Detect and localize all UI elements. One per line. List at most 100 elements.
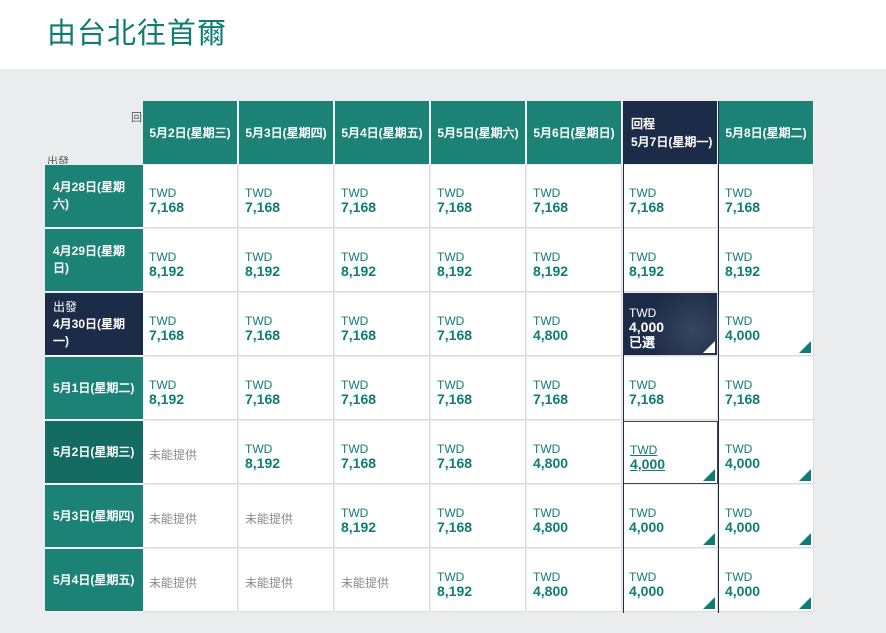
fare-cell[interactable]: TWD 7,168 bbox=[719, 165, 814, 228]
selected-column-border bbox=[718, 101, 719, 613]
return-date-header[interactable]: 5月4日(星期五) bbox=[335, 101, 430, 164]
fare-cell[interactable]: TWD 4,000 bbox=[623, 549, 718, 612]
depart-date-header[interactable]: 5月3日(星期四) bbox=[45, 485, 143, 548]
fare-cell[interactable]: TWD 4,000 bbox=[719, 421, 814, 484]
fare-cell[interactable]: TWD 8,192 bbox=[143, 357, 238, 420]
fare-amount: 4,800 bbox=[533, 455, 569, 471]
fare-amount: 7,168 bbox=[341, 455, 377, 471]
depart-date-label: 5月2日(星期三) bbox=[53, 444, 135, 459]
fare-cell[interactable]: TWD 7,168 bbox=[431, 421, 526, 484]
lowest-fare-corner-icon bbox=[703, 533, 715, 545]
fare-cell[interactable]: TWD 8,192 bbox=[335, 485, 430, 548]
fare-cell[interactable]: TWD 8,192 bbox=[431, 229, 526, 292]
fare-cell[interactable]: TWD 7,168 bbox=[335, 357, 430, 420]
depart-date-header[interactable]: 出發 4月30日(星期一) bbox=[45, 293, 143, 356]
fare-amount: 7,168 bbox=[245, 327, 281, 343]
depart-date-label: 5月1日(星期二) bbox=[53, 380, 135, 395]
fare-amount: 8,192 bbox=[245, 263, 281, 279]
fare-amount: 8,192 bbox=[149, 391, 185, 407]
fare-cell[interactable]: TWD 4,000 bbox=[719, 485, 814, 548]
fare-cell[interactable]: TWD 7,168 bbox=[143, 165, 238, 228]
lowest-fare-corner-icon bbox=[799, 597, 811, 609]
fare-cell[interactable]: TWD 7,168 bbox=[623, 357, 718, 420]
return-date-label: 5月8日(星期二) bbox=[725, 126, 807, 140]
fare-cell-unavailable: 未能提供 bbox=[143, 421, 238, 484]
fare-cell-unavailable: 未能提供 bbox=[143, 485, 238, 548]
fare-cell[interactable]: TWD 7,168 bbox=[431, 357, 526, 420]
return-date-header[interactable]: 5月3日(星期四) bbox=[239, 101, 334, 164]
fare-cell[interactable]: TWD 4,000 bbox=[719, 549, 814, 612]
fare-amount: 7,168 bbox=[437, 327, 473, 343]
fare-amount: 8,192 bbox=[437, 263, 473, 279]
fare-amount: 4,800 bbox=[533, 327, 569, 343]
fare-cell[interactable]: TWD 7,168 bbox=[335, 165, 430, 228]
fare-amount: 7,168 bbox=[533, 199, 569, 215]
depart-date-header[interactable]: 5月1日(星期二) bbox=[45, 357, 143, 420]
depart-date-header[interactable]: 5月2日(星期三) bbox=[45, 421, 143, 484]
depart-date-label: 4月28日(星期六) bbox=[53, 180, 126, 211]
fare-cell[interactable]: TWD 8,192 bbox=[239, 229, 334, 292]
depart-date-label: 5月4日(星期五) bbox=[53, 572, 135, 587]
fare-cell[interactable]: TWD 7,168 bbox=[431, 165, 526, 228]
fare-cell-unavailable: 未能提供 bbox=[335, 549, 430, 612]
depart-date-header[interactable]: 5月4日(星期五) bbox=[45, 549, 143, 612]
fare-amount: 7,168 bbox=[245, 391, 281, 407]
fare-cell[interactable]: TWD 4,000 已選 bbox=[623, 293, 718, 356]
return-date-header[interactable]: 回程 5月7日(星期一) bbox=[623, 101, 718, 164]
fare-cell[interactable]: TWD 8,192 bbox=[143, 229, 238, 292]
fare-cell[interactable]: TWD 7,168 bbox=[527, 165, 622, 228]
unavailable-text: 未能提供 bbox=[341, 576, 390, 590]
fare-cell[interactable]: TWD 8,192 bbox=[335, 229, 430, 292]
fare-cell[interactable]: TWD 4,000 bbox=[719, 293, 814, 356]
fare-cell[interactable]: TWD 8,192 bbox=[239, 421, 334, 484]
fare-cell[interactable]: TWD 8,192 bbox=[719, 229, 814, 292]
fare-amount: 7,168 bbox=[245, 199, 281, 215]
fare-amount: 7,168 bbox=[629, 199, 665, 215]
unavailable-text: 未能提供 bbox=[149, 448, 198, 462]
fare-cell[interactable]: TWD 8,192 bbox=[431, 549, 526, 612]
depart-date-label: 5月3日(星期四) bbox=[53, 508, 135, 523]
depart-date-header[interactable]: 4月29日(星期日) bbox=[45, 229, 143, 292]
fare-cell[interactable]: TWD 7,168 bbox=[239, 357, 334, 420]
return-date-header[interactable]: 5月6日(星期日) bbox=[527, 101, 622, 164]
fare-amount: 8,192 bbox=[149, 263, 185, 279]
fare-amount: 7,168 bbox=[725, 199, 761, 215]
fare-amount: 8,192 bbox=[341, 263, 377, 279]
fare-amount: 8,192 bbox=[437, 583, 473, 599]
depart-date-label: 4月30日(星期一) bbox=[53, 316, 126, 348]
fare-amount: 7,168 bbox=[149, 327, 185, 343]
fare-cell[interactable]: TWD 4,800 bbox=[527, 421, 622, 484]
fare-cell[interactable]: TWD 7,168 bbox=[431, 485, 526, 548]
fare-amount: 7,168 bbox=[341, 199, 377, 215]
fare-cell[interactable]: TWD 8,192 bbox=[527, 229, 622, 292]
fare-cell[interactable]: TWD 4,800 bbox=[527, 549, 622, 612]
return-header-prefix: 回程 bbox=[631, 116, 656, 131]
fare-cell[interactable]: TWD 7,168 bbox=[143, 293, 238, 356]
depart-date-header[interactable]: 4月28日(星期六) bbox=[45, 165, 143, 228]
depart-date-label: 4月29日(星期日) bbox=[53, 244, 126, 275]
fare-amount: 7,168 bbox=[437, 199, 473, 215]
fare-cell[interactable]: TWD 4,800 bbox=[527, 485, 622, 548]
fare-cell[interactable]: TWD 7,168 bbox=[239, 165, 334, 228]
fare-cell[interactable]: TWD 8,192 bbox=[623, 229, 718, 292]
fare-amount: 4,800 bbox=[533, 519, 569, 535]
fare-cell[interactable]: TWD 7,168 bbox=[527, 357, 622, 420]
fare-cell[interactable]: TWD 7,168 bbox=[431, 293, 526, 356]
unavailable-text: 未能提供 bbox=[149, 512, 198, 526]
return-date-label: 5月7日(星期一) bbox=[631, 134, 713, 149]
page-header: 由台北往首爾 bbox=[0, 0, 886, 69]
fare-cell[interactable]: TWD 7,168 bbox=[335, 293, 430, 356]
fare-cell[interactable]: TWD 7,168 bbox=[239, 293, 334, 356]
fare-cell[interactable]: TWD 4,800 bbox=[527, 293, 622, 356]
return-date-header[interactable]: 5月2日(星期三) bbox=[143, 101, 238, 164]
fare-cell[interactable]: TWD 7,168 bbox=[623, 165, 718, 228]
fare-cell[interactable]: TWD 7,168 bbox=[335, 421, 430, 484]
fare-amount: 7,168 bbox=[437, 519, 473, 535]
fare-amount: 4,000 bbox=[629, 319, 665, 335]
return-date-header[interactable]: 5月5日(星期六) bbox=[431, 101, 526, 164]
return-date-header[interactable]: 5月8日(星期二) bbox=[719, 101, 814, 164]
fare-cell[interactable]: TWD 4,000 bbox=[623, 421, 718, 484]
depart-header-prefix: 出發 bbox=[53, 299, 78, 314]
fare-cell[interactable]: TWD 4,000 bbox=[623, 485, 718, 548]
fare-cell[interactable]: TWD 7,168 bbox=[719, 357, 814, 420]
